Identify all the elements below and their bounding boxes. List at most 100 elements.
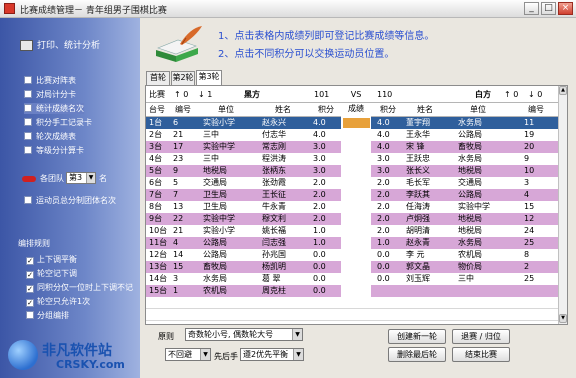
white-score-cell[interactable]: 0.0 [377,261,403,273]
black-score-cell[interactable]: 2.0 [313,189,339,201]
table-row[interactable]: 10台 21 实验小学 姚长福 1.0 [146,225,341,237]
table-row[interactable]: 2.0 李跃其 公路局 4 [371,189,558,201]
result-cell-selected[interactable] [343,118,370,128]
black-score-cell[interactable]: 4.0 [313,129,339,141]
white-score-cell[interactable]: 4.0 [377,117,403,129]
black-score-cell[interactable]: 0.0 [313,273,339,285]
table-row[interactable]: 2.0 卢炯强 地税局 12 [371,213,558,225]
rule-same-score[interactable]: ✓ 同积分仅一位时上下调不记 [26,282,133,293]
tab-round-1[interactable]: 首轮 [146,71,170,85]
table-row[interactable]: 5台 9 地税局 张柄东 3.0 [146,165,341,177]
chevron-down-icon[interactable]: ▼ [200,349,210,360]
unit-ranking-option[interactable]: 运动员总分制团体名次 [24,195,116,206]
scroll-down-icon[interactable]: ▼ [559,314,567,323]
chevron-down-icon[interactable]: ▼ [292,329,302,340]
table-row[interactable]: 11台 4 公路局 闫志强 1.0 [146,237,341,249]
checkbox[interactable] [24,90,32,98]
sidebar-item-pairing[interactable]: 比赛对阵表 [24,75,76,86]
table-row[interactable]: 2.0 毛长军 交通局 3 [371,177,558,189]
white-score-cell[interactable]: 1.0 [377,237,403,249]
scroll-up-icon[interactable]: ▲ [559,86,567,95]
table-row[interactable]: 8台 13 卫生局 牛永青 2.0 [146,201,341,213]
rule-bye-once[interactable]: ✓ 轮空只允许1次 [26,296,90,307]
table-row[interactable] [371,285,558,297]
table-row[interactable]: 2.0 胡明清 地税局 24 [371,225,558,237]
white-score-cell[interactable]: 0.0 [377,249,403,261]
checkbox[interactable]: ✓ [26,257,34,265]
end-match-button[interactable]: 结束比赛 [452,347,510,362]
white-score-cell[interactable]: 2.0 [377,213,403,225]
white-score-cell[interactable]: 2.0 [377,225,403,237]
table-row[interactable]: 14台 3 水务局 葛 翠 0.0 [146,273,341,285]
table-row[interactable]: 3.0 张长义 地税局 10 [371,165,558,177]
white-score-cell[interactable]: 4.0 [377,129,403,141]
avoid-select[interactable]: 不回避 ▼ [165,348,211,361]
table-row[interactable]: 13台 15 畜牧局 杨凯明 0.0 [146,261,341,273]
table-row[interactable]: 4.0 董宇翔 水务局 11 [371,117,558,129]
table-row[interactable]: 1台 6 实验小学 赵永兴 4.0 [146,117,341,129]
team-rank-select[interactable]: 第3 ▼ [66,172,96,184]
black-score-cell[interactable]: 3.0 [313,153,339,165]
chevron-down-icon[interactable]: ▼ [86,173,95,183]
white-score-cell[interactable]: 3.0 [377,153,403,165]
checkbox[interactable]: ✓ [26,271,34,279]
rule-group[interactable]: 分组编排 [26,310,69,321]
table-row[interactable]: 1.0 赵永青 水务局 25 [371,237,558,249]
black-score-cell[interactable]: 0.0 [313,285,339,297]
table-row[interactable]: 4台 23 三中 程洪涛 3.0 [146,153,341,165]
sidebar-item-round-results[interactable]: 轮次成绩表 [24,131,76,142]
white-score-cell[interactable]: 4.0 [377,141,403,153]
sidebar-item-manual-card[interactable]: 积分手工记录卡 [24,117,92,128]
first-move-select[interactable]: 遵2优先平衡 ▼ [240,348,304,361]
checkbox[interactable] [24,104,32,112]
checkbox[interactable] [26,311,34,319]
principle-select[interactable]: 奇数轮小号, 偶数轮大号 ▼ [185,328,303,341]
black-score-cell[interactable]: 1.0 [313,225,339,237]
create-round-button[interactable]: 创建新一轮 [388,329,446,344]
table-row[interactable]: 0.0 李 元 农机局 8 [371,249,558,261]
checkbox[interactable] [24,76,32,84]
checkbox[interactable]: ✓ [26,285,34,293]
white-score-cell[interactable]: 3.0 [377,165,403,177]
maximize-button[interactable]: □ [541,2,556,15]
chevron-down-icon[interactable]: ▼ [293,349,303,360]
black-score-cell[interactable]: 3.0 [313,165,339,177]
white-score-cell[interactable]: 2.0 [377,189,403,201]
checkbox[interactable] [24,196,32,204]
black-score-cell[interactable]: 0.0 [313,261,339,273]
table-row[interactable]: 2台 21 三中 付志华 4.0 [146,129,341,141]
black-score-cell[interactable]: 1.0 [313,237,339,249]
table-row[interactable]: 0.0 郭文晶 物价局 2 [371,261,558,273]
black-score-cell[interactable]: 0.0 [313,249,339,261]
black-score-cell[interactable]: 2.0 [313,177,339,189]
table-row[interactable]: 6台 5 交通局 张劲霞 2.0 [146,177,341,189]
table-row[interactable]: 9台 22 实验中学 穆文利 2.0 [146,213,341,225]
black-score-cell[interactable]: 3.0 [313,141,339,153]
black-score-cell[interactable]: 2.0 [313,213,339,225]
sidebar-item-ranking[interactable]: 统计成绩名次 [24,103,84,114]
table-row[interactable]: 2.0 任海涛 实验中学 15 [371,201,558,213]
table-row[interactable]: 3.0 王跃忠 水务局 9 [371,153,558,165]
rule-balance[interactable]: ✓ 上下调平衡 [26,254,77,265]
table-row[interactable]: 12台 14 公路局 孙兆国 0.0 [146,249,341,261]
checkbox[interactable]: ✓ [26,299,34,307]
black-score-cell[interactable]: 2.0 [313,201,339,213]
tab-round-2[interactable]: 第2轮 [171,71,195,85]
white-score-cell[interactable]: 2.0 [377,201,403,213]
vertical-scrollbar[interactable]: ▲ ▼ [558,86,567,324]
table-row[interactable]: 15台 1 农机局 周克柱 0.0 [146,285,341,297]
rule-bye-down[interactable]: ✓ 轮空记下调 [26,268,77,279]
table-row[interactable]: 7台 7 卫生局 王长征 2.0 [146,189,341,201]
table-row[interactable]: 4.0 王永华 公路局 19 [371,129,558,141]
table-row[interactable]: 3台 17 实验中学 常志刚 3.0 [146,141,341,153]
table-row[interactable]: 0.0 刘玉辉 三中 25 [371,273,558,285]
minimize-button[interactable]: _ [524,2,539,15]
checkbox[interactable] [24,132,32,140]
sidebar-item-scorecard[interactable]: 对局计分卡 [24,89,76,100]
withdraw-button[interactable]: 退赛 / 归位 [452,329,510,344]
checkbox[interactable] [24,118,32,126]
white-score-cell[interactable]: 2.0 [377,177,403,189]
white-score-cell[interactable]: 0.0 [377,273,403,285]
close-button[interactable]: × [558,2,573,15]
checkbox[interactable] [24,146,32,154]
